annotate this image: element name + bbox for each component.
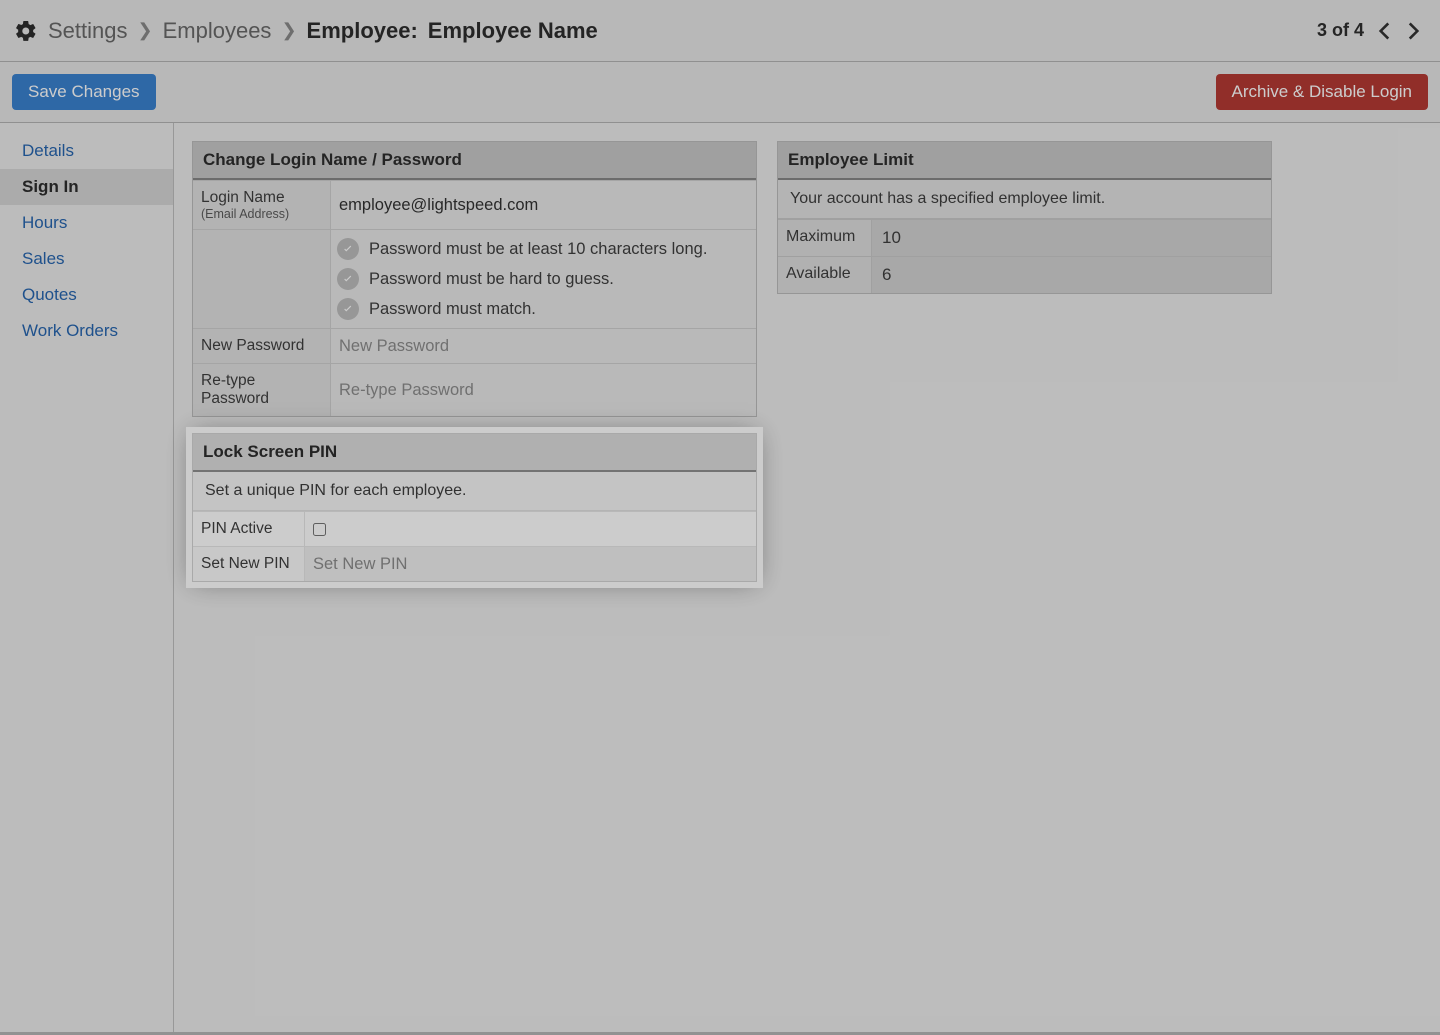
new-password-label: New Password [193,329,331,363]
pin-active-label: PIN Active [193,512,305,546]
save-button[interactable]: Save Changes [12,74,156,110]
login-name-label: Login Name (Email Address) [193,181,331,229]
pager-counter: 3 of 4 [1317,20,1364,41]
password-req-text: Password must be at least 10 characters … [369,240,707,259]
sidebar-item-sign-in[interactable]: Sign In [0,169,173,205]
lock-screen-pin-note: Set a unique PIN for each employee. [193,472,756,511]
pager-prev-icon[interactable] [1372,18,1398,44]
employee-limit-max-value: 10 [872,220,1271,256]
sidebar-item-sales[interactable]: Sales [0,241,173,277]
employee-limit-available-value: 6 [872,257,1271,293]
retype-password-input[interactable] [339,381,748,400]
lock-screen-pin-title: Lock Screen PIN [193,434,756,472]
action-bar: Save Changes Archive & Disable Login [0,62,1440,123]
employee-limit-title: Employee Limit [778,142,1271,180]
breadcrumb: Settings ❯ Employees ❯ Employee: Employe… [14,18,598,44]
retype-password-label: Re-type Password [193,364,331,416]
pager-next-icon[interactable] [1400,18,1426,44]
chevron-right-icon: ❯ [138,20,153,41]
password-req-text: Password must be hard to guess. [369,270,614,289]
sidebar-item-details[interactable]: Details [0,133,173,169]
chevron-right-icon: ❯ [281,20,296,41]
pin-active-checkbox[interactable] [313,523,326,536]
new-password-input[interactable] [339,337,748,356]
archive-button[interactable]: Archive & Disable Login [1216,74,1428,110]
check-circle-icon [337,238,359,260]
employee-limit-available-label: Available [778,257,872,293]
breadcrumb-item-name: Employee Name [428,18,598,44]
employee-limit-panel: Employee Limit Your account has a specif… [777,141,1272,294]
breadcrumb-item-label: Employee: [307,18,418,44]
sidebar: Details Sign In Hours Sales Quotes Work … [0,123,174,1032]
breadcrumb-employees[interactable]: Employees [163,18,272,44]
login-name-input[interactable] [339,196,748,215]
check-circle-icon [337,268,359,290]
change-login-panel: Change Login Name / Password Login Name … [192,141,757,417]
sidebar-item-hours[interactable]: Hours [0,205,173,241]
gear-icon [14,19,38,43]
sidebar-item-quotes[interactable]: Quotes [0,277,173,313]
content: Change Login Name / Password Login Name … [174,123,1440,1032]
sidebar-item-work-orders[interactable]: Work Orders [0,313,173,349]
password-req-text: Password must match. [369,300,536,319]
change-login-title: Change Login Name / Password [193,142,756,180]
record-pager: 3 of 4 [1317,18,1426,44]
set-new-pin-label: Set New PIN [193,547,305,581]
lock-screen-pin-panel: Lock Screen PIN Set a unique PIN for eac… [192,433,757,582]
set-new-pin-input[interactable] [313,555,748,574]
password-requirements: Password must be at least 10 characters … [331,230,756,328]
page-header: Settings ❯ Employees ❯ Employee: Employe… [0,0,1440,62]
check-circle-icon [337,298,359,320]
main-area: Details Sign In Hours Sales Quotes Work … [0,123,1440,1032]
breadcrumb-settings[interactable]: Settings [48,18,128,44]
employee-limit-max-label: Maximum [778,220,872,256]
employee-limit-note: Your account has a specified employee li… [778,180,1271,219]
